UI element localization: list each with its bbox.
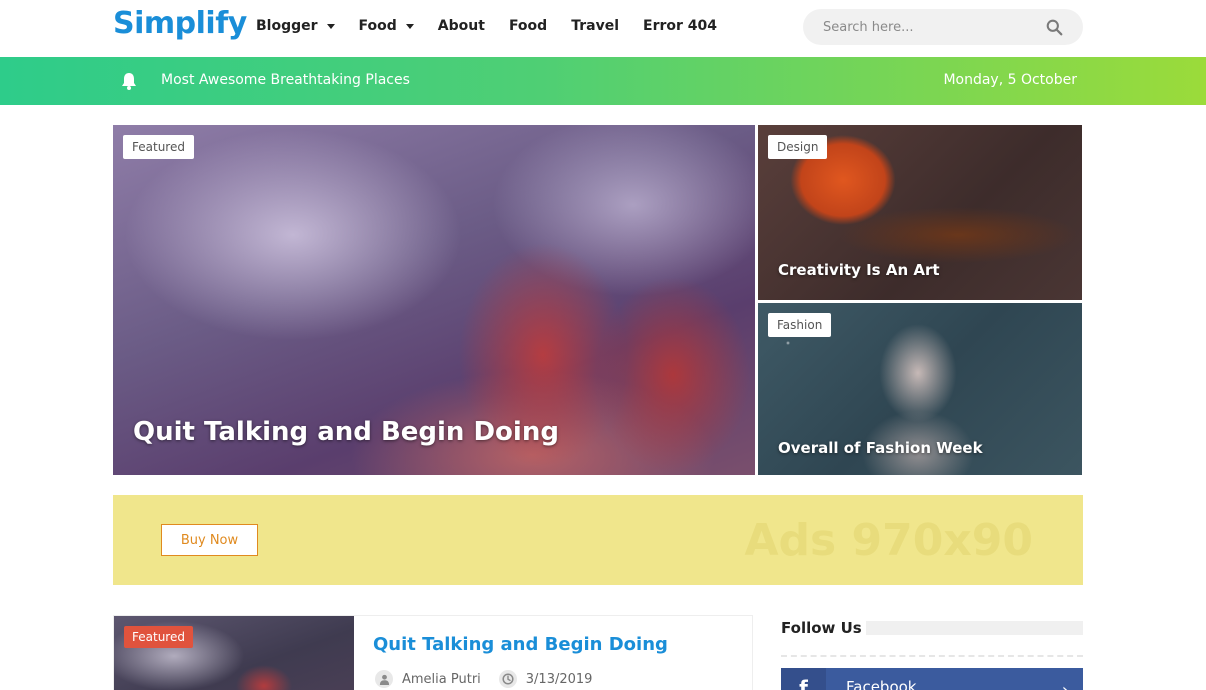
facebook-label: Facebook — [846, 678, 917, 690]
caret-down-icon — [405, 24, 414, 29]
post-list-item: Featured Quit Talking and Begin Doing Am… — [113, 615, 753, 690]
nav-item-label: About — [437, 18, 485, 34]
follow-us-heading: Follow Us — [781, 619, 862, 637]
featured-title[interactable]: Creativity Is An Art — [778, 261, 940, 279]
search-box — [803, 9, 1083, 45]
announcement-text[interactable]: Most Awesome Breathtaking Places — [161, 72, 410, 88]
nav-item-error-404[interactable]: Error 404 — [643, 18, 717, 34]
ad-placeholder-text: Ads 970x90 — [744, 515, 1033, 566]
featured-card-main[interactable]: Featured Quit Talking and Begin Doing — [113, 125, 755, 475]
post-title[interactable]: Quit Talking and Begin Doing — [373, 634, 668, 655]
current-date: Monday, 5 October — [943, 72, 1077, 88]
nav-item-food[interactable]: Food — [509, 18, 547, 34]
nav-item-label: Blogger — [256, 18, 318, 34]
post-meta: Amelia Putri 3/13/2019 — [375, 670, 592, 688]
post-thumbnail[interactable]: Featured — [114, 616, 354, 690]
search-icon[interactable] — [1046, 19, 1063, 36]
category-tag[interactable]: Featured — [123, 135, 194, 159]
caret-down-icon — [326, 24, 335, 29]
announcement-bar: Most Awesome Breathtaking Places Monday,… — [0, 57, 1206, 105]
site-header: Simplify Blogger Food About Food Travel … — [0, 0, 1206, 57]
featured-card-fashion[interactable]: Fashion Overall of Fashion Week — [758, 303, 1082, 475]
user-icon — [375, 670, 393, 688]
nav-item-label: Travel — [571, 18, 619, 34]
search-input[interactable] — [823, 19, 1043, 35]
nav-item-label: Error 404 — [643, 18, 717, 34]
post-author[interactable]: Amelia Putri — [402, 672, 481, 687]
nav-item-label: Food — [358, 18, 397, 34]
chevron-right-icon: › — [1062, 680, 1069, 690]
clock-icon — [498, 670, 517, 688]
featured-title[interactable]: Quit Talking and Begin Doing — [133, 417, 559, 447]
section-divider — [781, 655, 1083, 657]
nav-item-label: Food — [508, 18, 548, 34]
bell-icon — [122, 73, 136, 90]
nav-item-travel[interactable]: Travel — [571, 18, 619, 34]
post-date: 3/13/2019 — [525, 671, 593, 687]
category-tag[interactable]: Design — [768, 135, 828, 159]
featured-card-design[interactable]: Design Creativity Is An Art — [758, 125, 1082, 300]
category-tag[interactable]: Featured — [124, 626, 193, 648]
site-logo[interactable]: Simplify — [113, 6, 247, 41]
category-tag[interactable]: Fashion — [768, 313, 832, 337]
featured-title[interactable]: Overall of Fashion Week — [778, 439, 983, 457]
facebook-follow-button[interactable]: f Facebook › — [781, 668, 1083, 690]
nav-item-blogger[interactable]: Blogger — [256, 18, 335, 34]
nav-item-about[interactable]: About — [438, 18, 485, 34]
buy-now-button[interactable]: Buy Now — [161, 524, 258, 556]
heading-divider — [866, 621, 1083, 635]
ad-banner: Buy Now Ads 970x90 — [113, 495, 1083, 585]
nav-item-food-dropdown[interactable]: Food — [359, 18, 414, 34]
main-nav: Blogger Food About Food Travel Error 404 — [256, 18, 741, 34]
facebook-icon: f — [781, 668, 826, 690]
